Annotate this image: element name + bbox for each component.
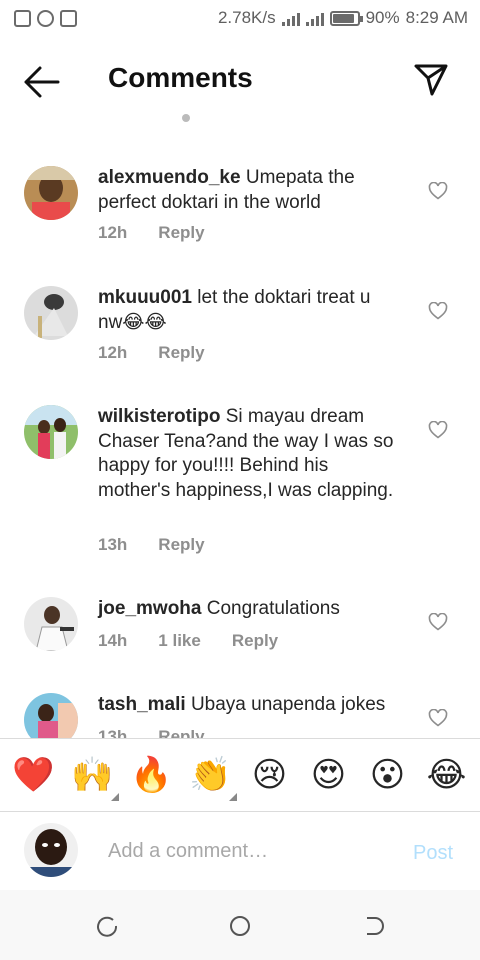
facebook-icon: [37, 9, 54, 27]
comment-username[interactable]: mkuuu001: [98, 287, 192, 308]
clock: 8:29 AM: [405, 8, 468, 27]
reply-button[interactable]: Reply: [158, 535, 204, 555]
avatar[interactable]: [24, 166, 78, 220]
header: Comments: [0, 42, 480, 118]
comment-username[interactable]: wilkisterotipo: [98, 406, 220, 427]
comment-time: 12h: [98, 343, 128, 362]
system-status: 2.78K/s 90% 8:29 AM: [218, 8, 468, 28]
image-icon: [60, 9, 77, 27]
comment-meta: 14h 1 like Reply: [98, 631, 278, 651]
comment-text-block: joe_mwoha Congratulations: [98, 597, 398, 622]
comment-username[interactable]: joe_mwoha: [98, 598, 201, 619]
like-heart-icon[interactable]: [428, 182, 448, 200]
comment-item: tash_mali Ubaya unapenda jokes 13h Reply: [0, 693, 480, 738]
fire-emoji[interactable]: 🔥: [128, 755, 176, 795]
comment-text-block: alexmuendo_ke Umepata the perfect doktar…: [98, 166, 398, 215]
heart-eyes-emoji[interactable]: 😍: [305, 755, 353, 795]
skin-tone-indicator-icon: [228, 793, 237, 801]
comment-text-block: mkuuu001 let the doktari treat u nw😂😂: [98, 286, 398, 335]
emoji-glyph: 👏: [189, 755, 232, 795]
truncated-previous-comment: [170, 112, 210, 122]
reply-button[interactable]: Reply: [158, 343, 204, 363]
comment-time: 13h: [98, 535, 128, 554]
back-icon[interactable]: [361, 914, 385, 938]
comment-text-block: wilkisterotipo Si mayau dream Chaser Ten…: [98, 405, 398, 503]
crying-face-emoji[interactable]: 😢: [246, 755, 294, 795]
back-arrow-icon[interactable]: [22, 64, 62, 100]
like-heart-icon[interactable]: [428, 421, 448, 439]
comment-meta: 12h Reply: [98, 343, 205, 363]
reply-button[interactable]: Reply: [232, 631, 278, 651]
recent-apps-icon[interactable]: [95, 914, 119, 938]
comment-text-block: tash_mali Ubaya unapenda jokes: [98, 693, 398, 718]
emoji-glyph: 🙌: [71, 755, 114, 795]
avatar[interactable]: [24, 597, 78, 651]
my-avatar: [24, 823, 78, 877]
avatar[interactable]: [24, 405, 78, 459]
news-icon: [14, 9, 31, 27]
likes-count[interactable]: 1 like: [158, 631, 201, 651]
like-heart-icon[interactable]: [428, 613, 448, 631]
system-nav-bar: [0, 890, 480, 960]
comment-meta: 13h Reply: [98, 727, 205, 738]
signal-icon: [281, 10, 300, 26]
comment-username[interactable]: alexmuendo_ke: [98, 167, 241, 188]
notification-icons: [14, 9, 77, 27]
avatar[interactable]: [24, 286, 78, 340]
signal-icon-2: [305, 10, 324, 26]
comment-meta: 13h Reply: [98, 535, 205, 555]
skin-tone-indicator-icon: [110, 793, 119, 801]
home-icon[interactable]: [228, 914, 252, 938]
surprised-face-emoji[interactable]: 😮: [364, 755, 412, 795]
like-heart-icon[interactable]: [428, 709, 448, 727]
battery-icon: [329, 10, 363, 26]
post-button[interactable]: Post: [413, 842, 453, 865]
page-title: Comments: [108, 62, 253, 93]
add-comment-bar: Post: [0, 812, 480, 890]
comment-input[interactable]: [108, 836, 388, 866]
quick-emoji-bar: ❤️ 🙌 🔥 👏 😢 😍 😮 😂: [0, 738, 480, 812]
reply-button[interactable]: Reply: [158, 727, 204, 738]
comment-meta: 12h Reply: [98, 223, 205, 243]
comment-text: Ubaya unapenda jokes: [190, 694, 386, 715]
comment-time: 13h: [98, 727, 128, 738]
comment-username[interactable]: tash_mali: [98, 694, 186, 715]
avatar[interactable]: [24, 693, 78, 738]
raising-hands-emoji[interactable]: 🙌: [69, 755, 119, 801]
red-heart-emoji[interactable]: ❤️: [10, 755, 58, 795]
network-speed: 2.78K/s: [217, 8, 276, 27]
send-icon[interactable]: [412, 60, 450, 98]
battery-percent: 90%: [365, 8, 400, 27]
reply-button[interactable]: Reply: [158, 223, 204, 243]
comment-time: 14h: [98, 631, 128, 650]
comment-text: Congratulations: [206, 598, 340, 619]
comment-time: 12h: [98, 223, 128, 242]
clapping-hands-emoji[interactable]: 👏: [187, 755, 237, 801]
status-bar: 2.78K/s 90% 8:29 AM: [0, 0, 480, 36]
tears-of-joy-emoji[interactable]: 😂: [423, 755, 471, 795]
like-heart-icon[interactable]: [428, 302, 448, 320]
